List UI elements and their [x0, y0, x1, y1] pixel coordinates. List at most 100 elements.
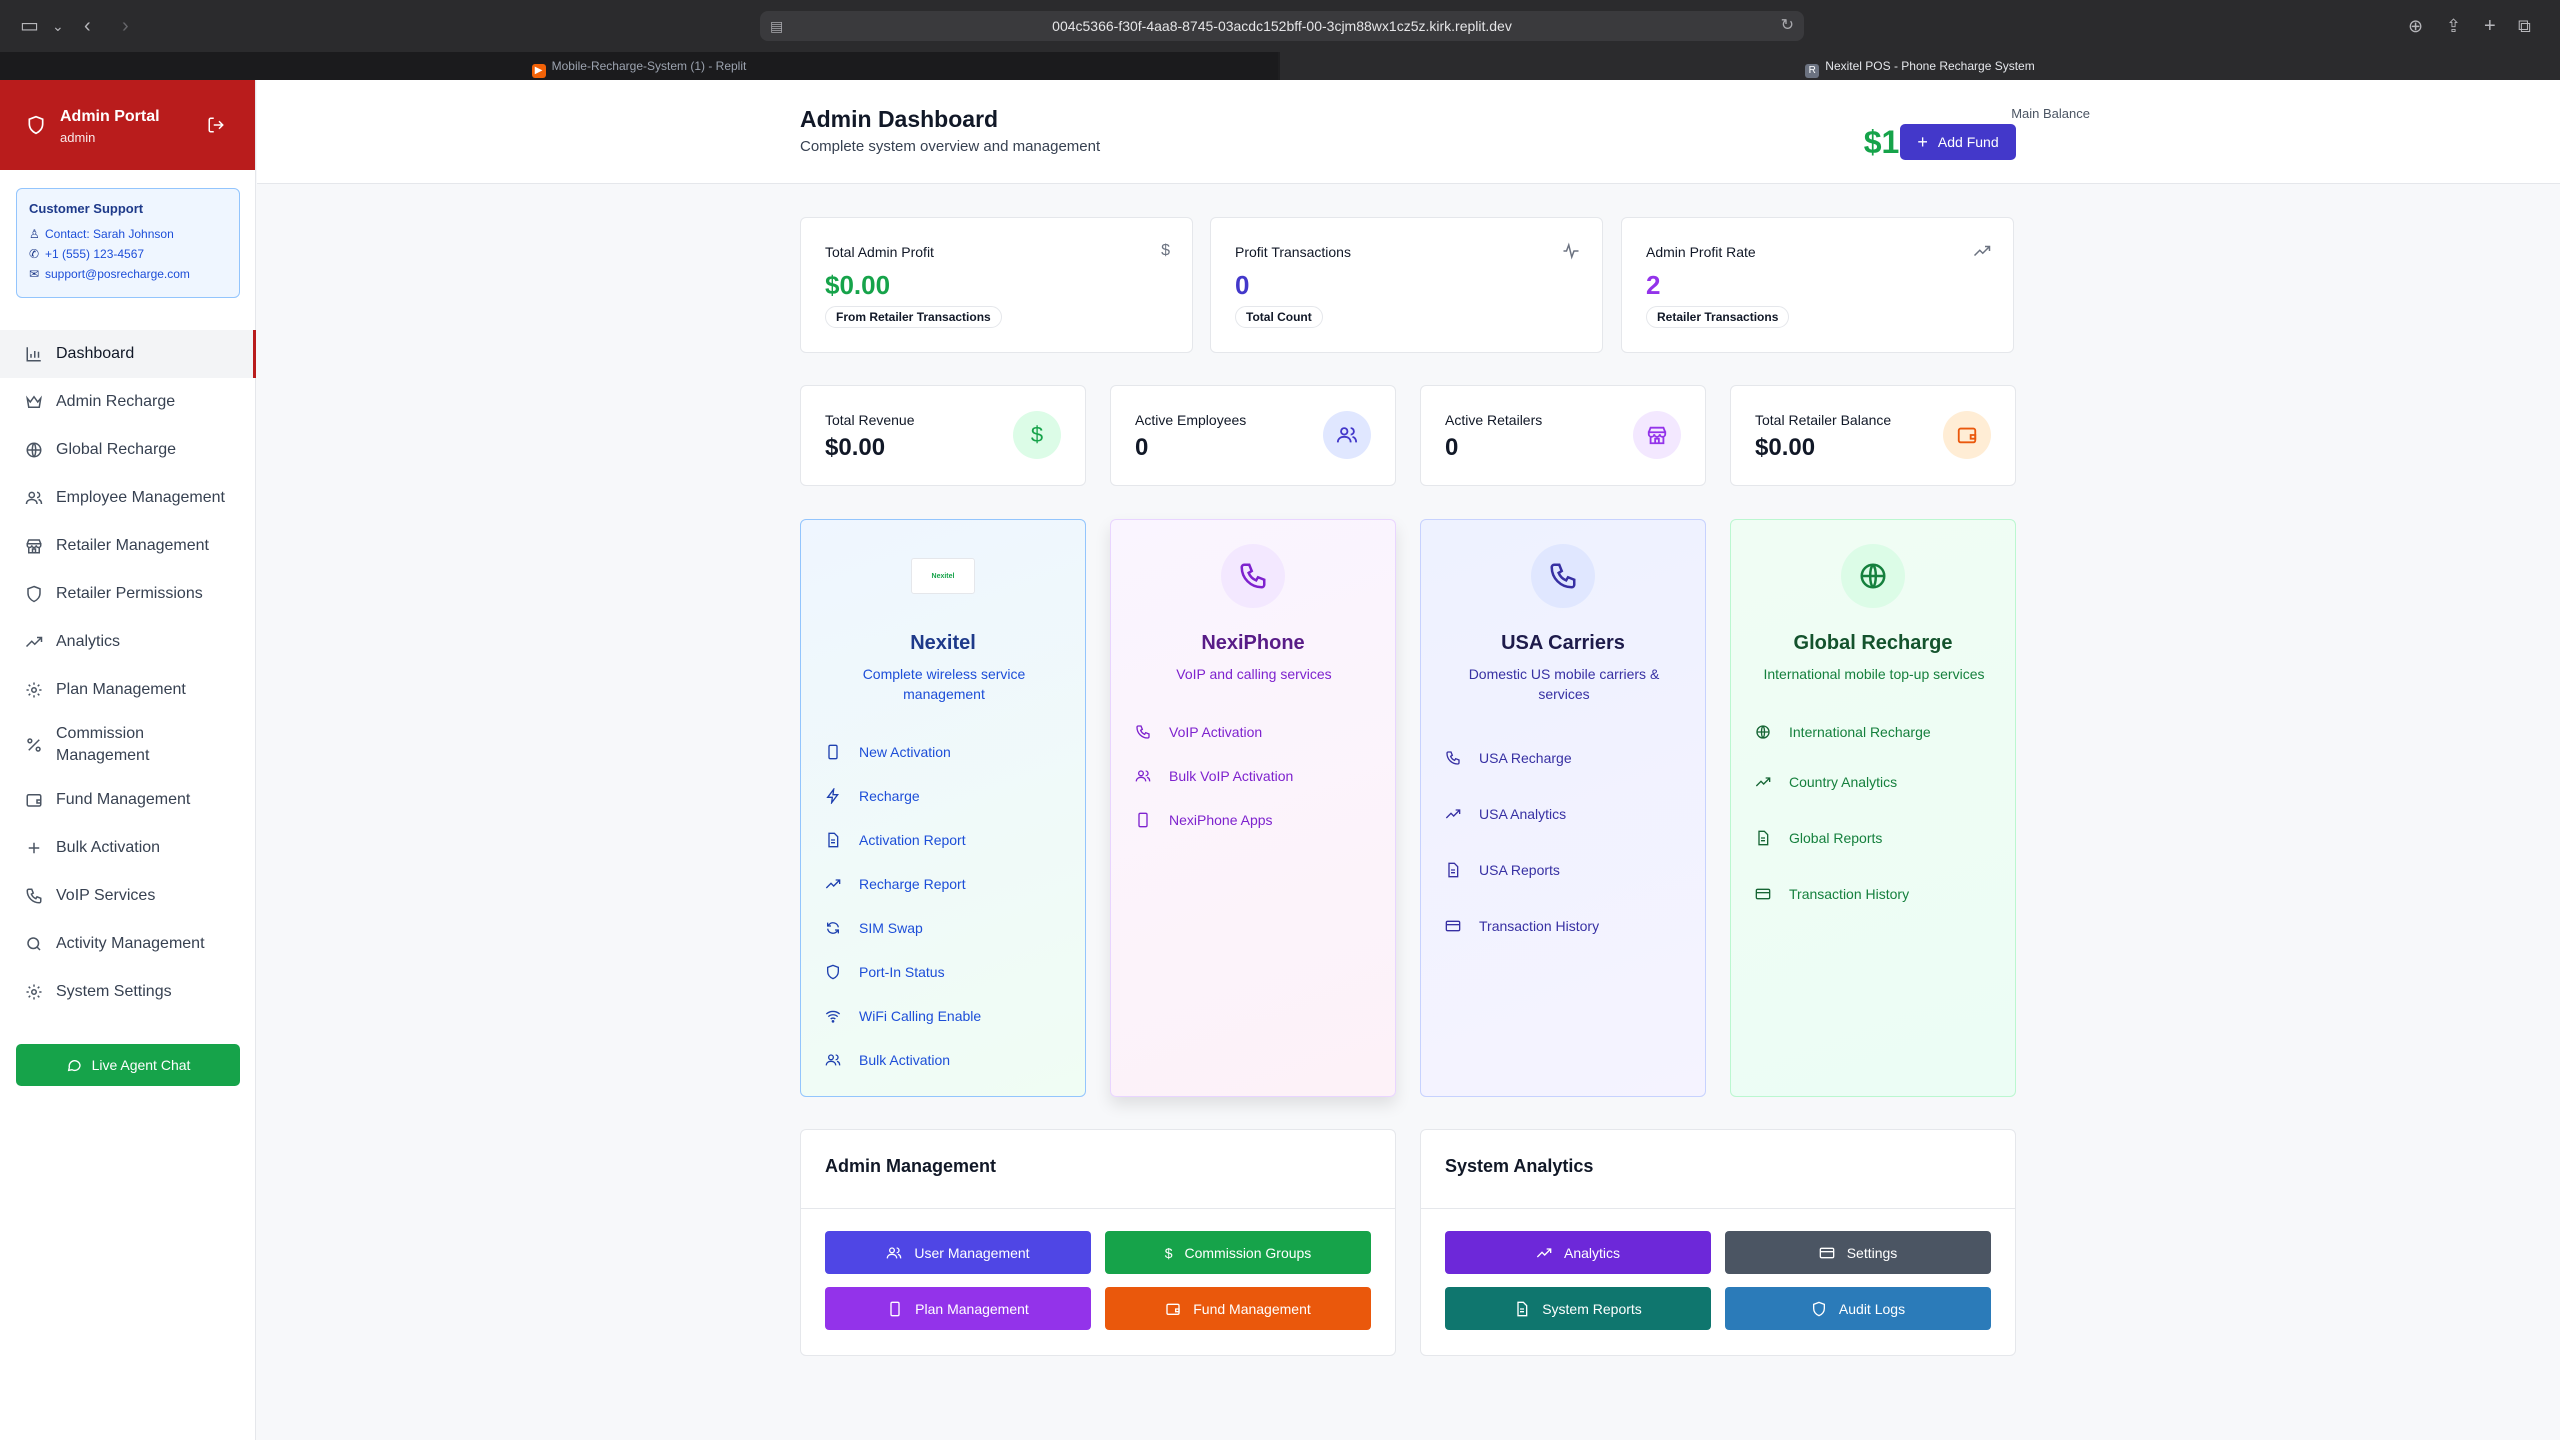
plus-icon [24, 838, 44, 858]
link-wifi-calling-enable[interactable]: WiFi Calling Enable [823, 994, 1073, 1038]
globe-icon [1753, 722, 1773, 742]
link-usa-reports[interactable]: USA Reports [1443, 842, 1693, 898]
stat-badge: Total Count [1235, 306, 1323, 328]
divider [1421, 1208, 2015, 1209]
browser-toolbar: ▭ ⌄ ‹ › ▤ 004c5366-f30f-4aa8-8745-03acdc… [0, 0, 2560, 52]
chevron-down-icon[interactable]: ⌄ [52, 14, 64, 38]
sidebar-item-admin-recharge[interactable]: Admin Recharge [0, 378, 256, 426]
link-global-reports[interactable]: Global Reports [1753, 810, 2003, 866]
link-sim-swap[interactable]: SIM Swap [823, 906, 1073, 950]
sidebar-item-retailer-permissions[interactable]: Retailer Permissions [0, 570, 256, 618]
panel-title: System Analytics [1445, 1156, 1594, 1176]
service-card-nexiphone: NexiPhone VoIP and calling services VoIP… [1110, 519, 1396, 1097]
search-icon [24, 934, 44, 954]
link-recharge-report[interactable]: Recharge Report [823, 862, 1073, 906]
shield-icon [28, 115, 44, 135]
dollar-icon: $ [1013, 411, 1061, 459]
new-tab-icon[interactable]: + [2484, 14, 2496, 38]
sidebar-item-bulk-activation[interactable]: Bulk Activation [0, 824, 256, 872]
wallet-icon [24, 790, 44, 810]
logout-icon[interactable] [207, 116, 225, 134]
service-links: USA Recharge USA Analytics USA Reports T… [1443, 730, 1693, 954]
users-icon [1133, 766, 1153, 786]
users-icon [823, 1050, 843, 1070]
link-new-activation[interactable]: New Activation [823, 730, 1073, 774]
link-usa-recharge[interactable]: USA Recharge [1443, 730, 1693, 786]
sidebar-item-plan-management[interactable]: Plan Management [0, 666, 256, 714]
forward-icon[interactable]: › [122, 14, 129, 38]
file-icon [1514, 1301, 1530, 1317]
tab-replit[interactable]: ▶ Mobile-Recharge-System (1) - Replit [0, 52, 1278, 80]
refresh-icon [823, 918, 843, 938]
sidebar-item-commission-management[interactable]: Commission Management [0, 714, 256, 776]
stat-label: Active Employees [1135, 412, 1247, 428]
tab-label: Mobile-Recharge-System (1) - Replit [551, 59, 747, 73]
service-card-global-recharge: Global Recharge International mobile top… [1730, 519, 2016, 1097]
download-icon[interactable]: ⊕ [2408, 14, 2423, 38]
replit-favicon-icon: ▶ [531, 64, 546, 78]
reload-icon[interactable]: ↻ [1781, 11, 1794, 41]
share-icon[interactable]: ⇪ [2446, 14, 2461, 38]
support-phone: ✆ +1 (555) 123-4567 [29, 244, 227, 264]
tab-nexitel[interactable]: R Nexitel POS - Phone Recharge System [1280, 52, 2560, 80]
link-country-analytics[interactable]: Country Analytics [1753, 754, 2003, 810]
sidebar-item-employee-management[interactable]: Employee Management [0, 474, 256, 522]
stat-value: 0 [1445, 434, 1459, 461]
sidebar-item-retailer-management[interactable]: Retailer Management [0, 522, 256, 570]
sidebar-item-system-settings[interactable]: System Settings [0, 968, 256, 1016]
link-activation-report[interactable]: Activation Report [823, 818, 1073, 862]
link-recharge[interactable]: Recharge [823, 774, 1073, 818]
link-international-recharge[interactable]: International Recharge [1753, 710, 2003, 754]
crown-icon [24, 392, 44, 412]
link-bulk-voip-activation[interactable]: Bulk VoIP Activation [1133, 754, 1383, 798]
service-title: Nexitel [910, 632, 976, 654]
link-bulk-activation[interactable]: Bulk Activation [823, 1038, 1073, 1082]
panel-title: Admin Management [825, 1156, 997, 1176]
users-icon [1323, 411, 1371, 459]
system-reports-button[interactable]: System Reports [1445, 1287, 1711, 1330]
sidebar-item-dashboard[interactable]: Dashboard [0, 330, 256, 378]
globe-icon [1841, 544, 1905, 608]
sidebar-item-analytics[interactable]: Analytics [0, 618, 256, 666]
phone-icon [24, 886, 44, 906]
support-email[interactable]: ✉ support@posrecharge.com [29, 264, 227, 284]
link-port-in-status[interactable]: Port-In Status [823, 950, 1073, 994]
link-transaction-history[interactable]: Transaction History [1753, 866, 2003, 922]
portal-header: Admin Portal admin [0, 80, 255, 170]
add-fund-button[interactable]: + Add Fund [1900, 124, 2016, 160]
link-nexiphone-apps[interactable]: NexiPhone Apps [1133, 798, 1383, 842]
sidebar: Admin Portal admin Customer Support ♙ Con… [0, 80, 256, 1440]
service-links: VoIP Activation Bulk VoIP Activation Nex… [1133, 710, 1383, 842]
shield-icon [1811, 1301, 1827, 1317]
stat-label: Admin Profit Rate [1646, 244, 1756, 260]
sidebar-item-fund-management[interactable]: Fund Management [0, 776, 256, 824]
sidebar-item-voip-services[interactable]: VoIP Services [0, 872, 256, 920]
live-agent-chat-button[interactable]: Live Agent Chat [16, 1044, 240, 1086]
link-voip-activation[interactable]: VoIP Activation [1133, 710, 1383, 754]
link-transaction-history[interactable]: Transaction History [1443, 898, 1693, 954]
sidebar-item-global-recharge[interactable]: Global Recharge [0, 426, 256, 474]
sidebar-toggle-icon[interactable]: ▭ [20, 14, 39, 38]
back-icon[interactable]: ‹ [84, 14, 91, 38]
stat-card-admin-profit-rate: Admin Profit Rate 2 Retailer Transaction… [1621, 217, 2014, 353]
dollar-icon: $ [1161, 242, 1170, 259]
stat-badge: From Retailer Transactions [825, 306, 1002, 328]
site-settings-icon[interactable]: ▤ [770, 11, 783, 41]
address-bar[interactable]: ▤ 004c5366-f30f-4aa8-8745-03acdc152bff-0… [760, 11, 1804, 41]
link-usa-analytics[interactable]: USA Analytics [1443, 786, 1693, 842]
smartphone-icon [1133, 810, 1153, 830]
sidebar-item-activity-management[interactable]: Activity Management [0, 920, 256, 968]
stat-value: 0 [1135, 434, 1149, 461]
settings-button[interactable]: Settings [1725, 1231, 1991, 1274]
tab-overview-icon[interactable]: ⧉ [2518, 14, 2531, 38]
nexitel-favicon-icon: R [1805, 64, 1820, 78]
stat-card-total-admin-profit: Total Admin Profit $ $0.00 From Retailer… [800, 217, 1193, 353]
analytics-button[interactable]: Analytics [1445, 1231, 1711, 1274]
chat-icon [66, 1057, 82, 1073]
store-icon [24, 536, 44, 556]
fund-management-button[interactable]: Fund Management [1105, 1287, 1371, 1330]
plan-management-button[interactable]: Plan Management [825, 1287, 1091, 1330]
audit-logs-button[interactable]: Audit Logs [1725, 1287, 1991, 1330]
commission-groups-button[interactable]: $ Commission Groups [1105, 1231, 1371, 1274]
user-management-button[interactable]: User Management [825, 1231, 1091, 1274]
